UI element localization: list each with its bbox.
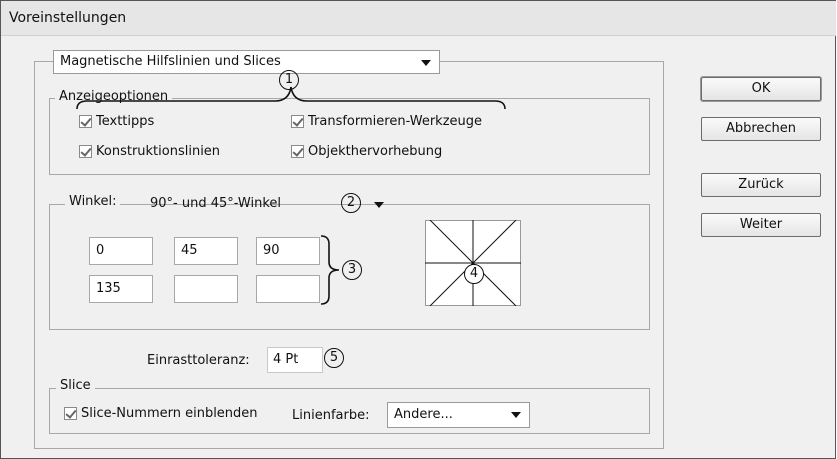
check-icon <box>80 115 92 127</box>
callout-1-marker: 1 <box>279 70 299 90</box>
angle-field-6[interactable] <box>256 275 320 303</box>
transform-tools-checkbox[interactable]: Transformieren-Werkzeuge <box>291 114 482 129</box>
angles-legend-line <box>129 204 143 205</box>
ok-button[interactable]: OK <box>701 77 821 101</box>
line-color-value: Andere... <box>394 407 453 422</box>
chevron-down-icon <box>374 202 384 208</box>
slice-legend: Slice <box>56 378 95 393</box>
chevron-down-icon <box>421 60 431 66</box>
texttips-checkbox[interactable]: Texttipps <box>79 114 154 129</box>
slice-numbers-checkbox[interactable]: Slice-Nummern einblenden <box>64 406 258 421</box>
snap-tolerance-field[interactable]: 4 Pt <box>267 347 323 373</box>
check-icon <box>292 145 304 157</box>
transform-tools-checkbox-box[interactable] <box>291 115 304 128</box>
callout-2-marker: 2 <box>341 193 361 213</box>
angle-field-2[interactable]: 45 <box>174 237 238 265</box>
snap-tolerance-label: Einrasttoleranz: <box>147 353 250 368</box>
category-select[interactable]: Magnetische Hilfslinien und Slices <box>53 50 440 74</box>
callout-3-marker: 3 <box>342 260 362 280</box>
window-title: Voreinstellungen <box>9 10 127 26</box>
category-select-value: Magnetische Hilfslinien und Slices <box>60 54 281 69</box>
object-highlighting-checkbox[interactable]: Objekthervorhebung <box>291 144 442 159</box>
brace-path <box>320 235 340 305</box>
check-icon <box>80 145 92 157</box>
callout-5-marker: 5 <box>324 348 344 368</box>
construction-lines-checkbox-box[interactable] <box>79 145 92 158</box>
check-icon <box>65 407 77 419</box>
angle-field-3[interactable]: 90 <box>256 237 320 265</box>
check-icon <box>292 115 304 127</box>
line-color-label: Linienfarbe: <box>292 408 370 423</box>
construction-lines-checkbox[interactable]: Konstruktionslinien <box>79 144 220 159</box>
angle-field-4[interactable]: 135 <box>89 275 153 303</box>
next-button[interactable]: Weiter <box>701 213 821 237</box>
angle-preset-value: 90°- und 45°-Winkel <box>150 196 282 211</box>
title-bar: Voreinstellungen <box>1 1 836 36</box>
chevron-down-icon <box>511 412 521 418</box>
cancel-button[interactable]: Abbrechen <box>701 117 821 141</box>
brace-path <box>76 86 506 110</box>
back-button[interactable]: Zurück <box>701 173 821 197</box>
texttips-label: Texttipps <box>96 114 155 129</box>
angle-field-5[interactable] <box>174 275 238 303</box>
callout-3-brace <box>320 235 340 305</box>
angle-field-1[interactable]: 0 <box>89 237 153 265</box>
construction-lines-label: Konstruktionslinien <box>96 144 221 159</box>
preferences-dialog: Voreinstellungen Magnetische Hilfslinien… <box>0 0 836 459</box>
texttips-checkbox-box[interactable] <box>79 115 92 128</box>
line-color-select[interactable]: Andere... <box>387 402 530 428</box>
slice-numbers-checkbox-box[interactable] <box>64 407 77 420</box>
object-highlighting-label: Objekthervorhebung <box>308 144 443 159</box>
angles-label: Winkel: <box>65 194 121 209</box>
transform-tools-label: Transformieren-Werkzeuge <box>308 114 483 129</box>
object-highlighting-checkbox-box[interactable] <box>291 145 304 158</box>
angle-preview <box>425 220 521 306</box>
slice-numbers-label: Slice-Nummern einblenden <box>81 406 258 421</box>
callout-4-marker: 4 <box>464 264 484 284</box>
